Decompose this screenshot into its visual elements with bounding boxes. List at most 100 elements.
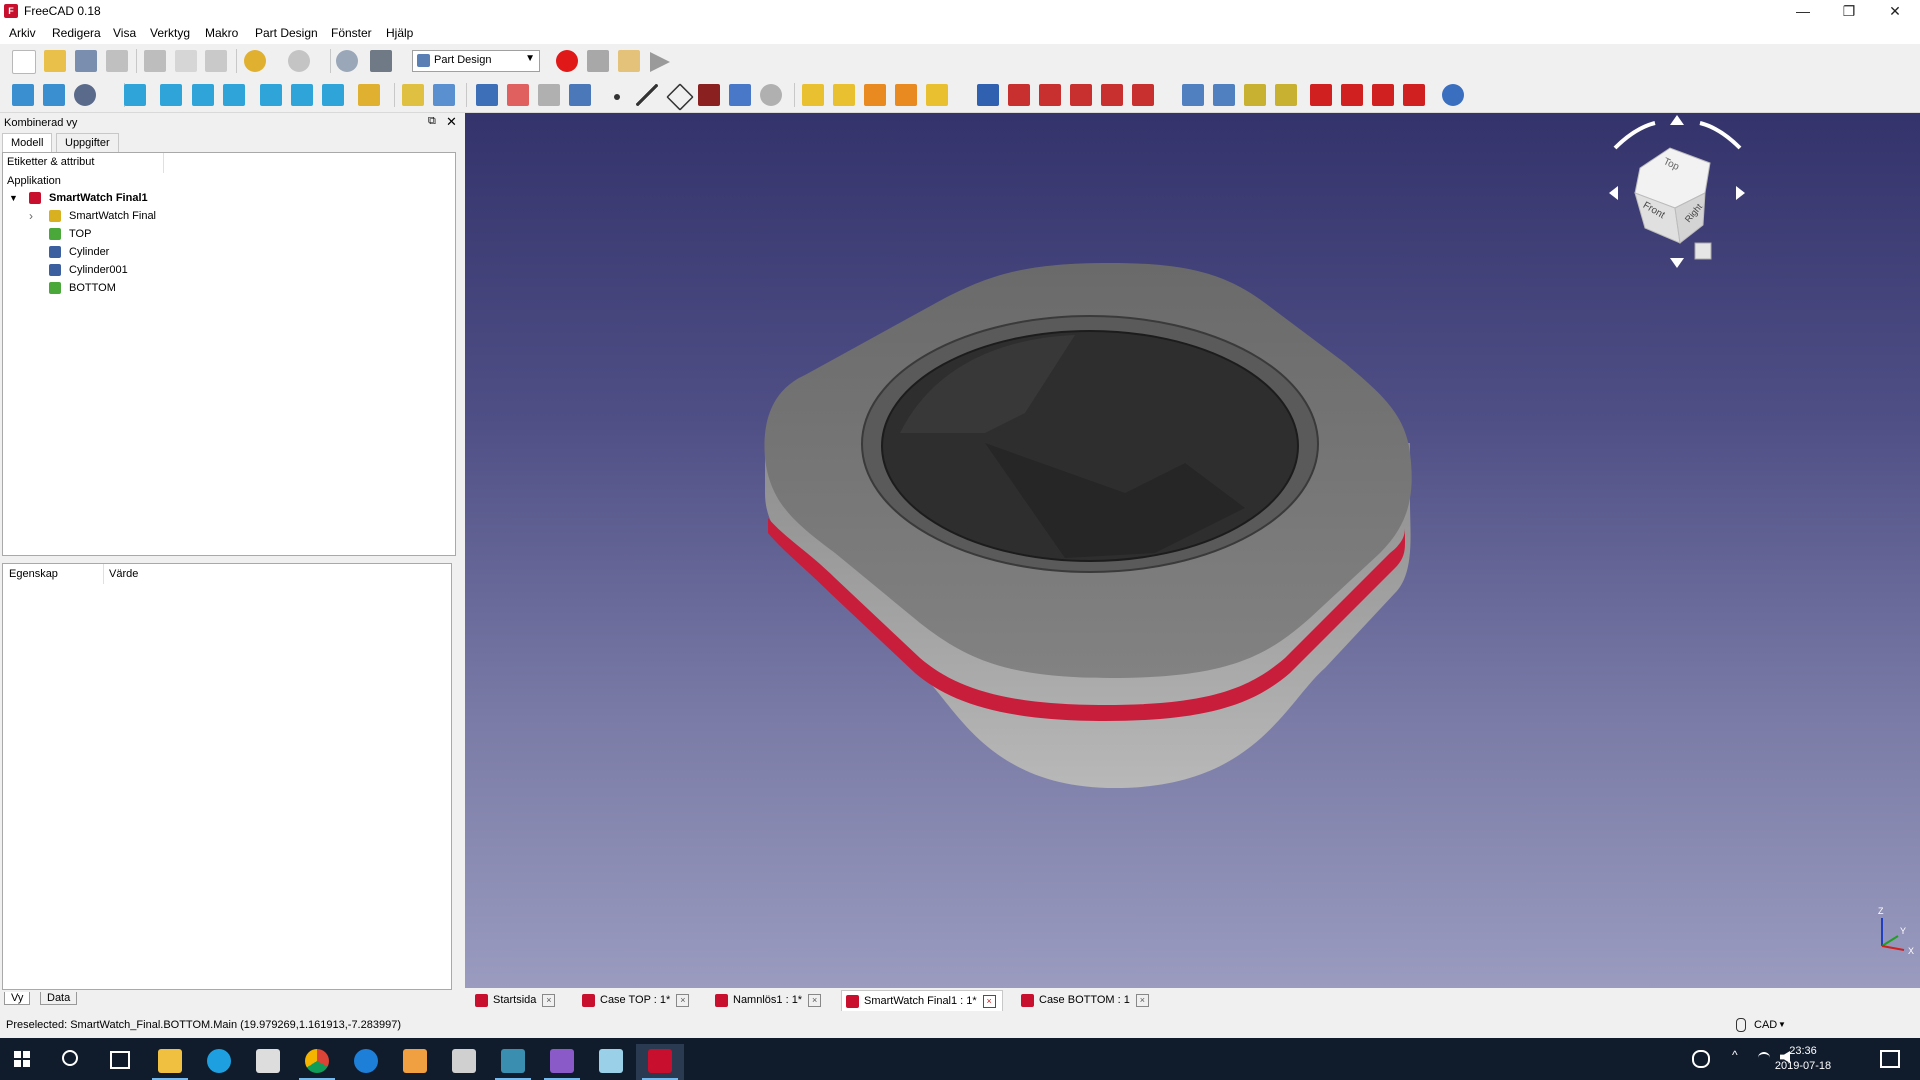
3d-view[interactable]: Top Front Right Z Y X	[465, 113, 1920, 988]
tab-data[interactable]: Data	[40, 992, 78, 1005]
new-file-icon[interactable]	[12, 50, 36, 74]
workbench-selector[interactable]: Part Design ▼	[412, 50, 540, 72]
tree-item-bottom[interactable]: BOTTOM	[7, 279, 447, 297]
cut-icon[interactable]	[144, 50, 166, 72]
subtractive-primitive-icon[interactable]	[1132, 84, 1154, 106]
datum-line-icon[interactable]	[636, 84, 658, 106]
chamfer-icon[interactable]	[1341, 84, 1363, 106]
polar-pattern-icon[interactable]	[1244, 84, 1266, 106]
create-group-icon[interactable]	[433, 84, 455, 106]
subtractive-loft-icon[interactable]	[1070, 84, 1092, 106]
navigation-cube[interactable]: Top Front Right	[1535, 113, 1915, 313]
tab-vy[interactable]: Vy	[4, 992, 31, 1005]
minimize-button[interactable]: —	[1780, 0, 1826, 22]
tree-item-cylinder[interactable]: Cylinder	[7, 243, 447, 261]
menu-redigera[interactable]: Redigera	[51, 26, 102, 40]
view-isometric-icon[interactable]	[124, 84, 146, 106]
macro-run-icon[interactable]	[650, 52, 670, 72]
draft-icon[interactable]	[1372, 84, 1394, 106]
rotate-right-arrow-icon[interactable]	[1699, 121, 1742, 150]
taskbar-chrome[interactable]	[293, 1044, 341, 1080]
datum-plane-icon[interactable]	[666, 83, 694, 111]
open-folder-icon[interactable]	[44, 50, 66, 72]
close-tab-icon[interactable]: ×	[808, 993, 822, 1007]
menu-arkiv[interactable]: Arkiv	[8, 26, 37, 40]
save-icon[interactable]	[75, 50, 97, 72]
notification-icon[interactable]	[1880, 1050, 1900, 1068]
menu-visa[interactable]: Visa	[112, 26, 137, 40]
mirrored-icon[interactable]	[1182, 84, 1204, 106]
print-icon[interactable]	[106, 50, 128, 72]
menu-fonster[interactable]: Fönster	[330, 26, 373, 40]
taskbar-app[interactable]	[587, 1044, 635, 1080]
taskbar-file-explorer[interactable]	[146, 1044, 194, 1080]
macro-stop-icon[interactable]	[587, 50, 609, 72]
additive-loft-icon[interactable]	[864, 84, 886, 106]
tab-modell[interactable]: Modell	[2, 133, 53, 152]
view-bottom-icon[interactable]	[291, 84, 313, 106]
close-tab-icon[interactable]: ×	[676, 993, 690, 1007]
tree-item-cylinder001[interactable]: Cylinder001	[7, 261, 447, 279]
chevron-down-icon[interactable]: ▼	[9, 189, 18, 207]
view-front-icon[interactable]	[160, 84, 182, 106]
additive-primitive-icon[interactable]	[926, 84, 948, 106]
measure-distance-icon[interactable]	[358, 84, 380, 106]
arrow-right-icon[interactable]	[1736, 186, 1745, 200]
taskbar-skype[interactable]	[195, 1044, 243, 1080]
menu-part-design[interactable]: Part Design	[254, 26, 319, 40]
navigation-style-selector[interactable]: CAD	[1754, 1019, 1777, 1031]
create-part-icon[interactable]	[402, 84, 424, 106]
rotate-left-arrow-icon[interactable]	[1613, 121, 1656, 150]
taskbar-xamarin[interactable]	[489, 1044, 537, 1080]
arrow-down-icon[interactable]	[1670, 258, 1684, 268]
search-icon[interactable]	[62, 1050, 78, 1066]
shape-binder-icon[interactable]	[569, 84, 591, 106]
revolution-icon[interactable]	[833, 84, 855, 106]
doc-tab-case-top[interactable]: Case TOP : 1* ×	[578, 990, 695, 1010]
float-panel-icon[interactable]: ⧉	[428, 115, 436, 128]
close-tab-icon[interactable]: ×	[1135, 993, 1149, 1007]
hole-icon[interactable]	[1008, 84, 1030, 106]
taskbar-notepad[interactable]	[391, 1044, 439, 1080]
taskbar-freecad[interactable]	[636, 1044, 684, 1080]
task-view-icon[interactable]	[110, 1051, 130, 1069]
multi-transform-icon[interactable]	[1275, 84, 1297, 106]
menu-hjalp[interactable]: Hjälp	[385, 26, 414, 40]
view-menu-cube-icon[interactable]	[1694, 242, 1712, 260]
doc-tab-case-bottom[interactable]: Case BOTTOM : 1 ×	[1017, 990, 1155, 1010]
copy-icon[interactable]	[175, 50, 197, 72]
tab-uppgifter[interactable]: Uppgifter	[56, 133, 119, 152]
view-right-icon[interactable]	[223, 84, 245, 106]
undo-icon[interactable]	[244, 50, 266, 72]
draw-style-icon[interactable]	[74, 84, 96, 106]
chevron-up-icon[interactable]: ^	[1732, 1048, 1738, 1062]
tree-item-top[interactable]: TOP	[7, 225, 447, 243]
menu-verktyg[interactable]: Verktyg	[149, 26, 191, 40]
restore-button[interactable]: ❐	[1826, 0, 1872, 22]
datum-point-icon[interactable]	[614, 94, 620, 100]
linear-pattern-icon[interactable]	[1213, 84, 1235, 106]
close-panel-icon[interactable]: ✕	[446, 114, 457, 130]
tree-item-document[interactable]: ▼ SmartWatch Final1	[7, 189, 447, 207]
taskbar-visual-studio[interactable]	[538, 1044, 586, 1080]
taskbar-unity[interactable]	[244, 1044, 292, 1080]
taskbar-edge[interactable]	[342, 1044, 390, 1080]
doc-tab-smartwatch-final1[interactable]: SmartWatch Final1 : 1* ×	[841, 990, 1003, 1011]
clone-icon[interactable]	[760, 84, 782, 106]
windows-start-icon[interactable]	[14, 1051, 30, 1067]
sub-shape-binder-icon[interactable]	[729, 84, 751, 106]
doc-tab-namnlos1[interactable]: Namnlös1 : 1* ×	[711, 990, 827, 1010]
local-coordinate-system-icon[interactable]	[698, 84, 720, 106]
view-rear-icon[interactable]	[260, 84, 282, 106]
additive-pipe-icon[interactable]	[895, 84, 917, 106]
arrow-left-icon[interactable]	[1609, 186, 1618, 200]
chevron-down-icon[interactable]: ▼	[1778, 1020, 1786, 1029]
create-sketch-icon[interactable]	[507, 84, 529, 106]
pad-icon[interactable]	[802, 84, 824, 106]
arrow-up-icon[interactable]	[1670, 115, 1684, 125]
boolean-icon[interactable]	[1442, 84, 1464, 106]
refresh-icon[interactable]	[336, 50, 358, 72]
close-button[interactable]: ✕	[1872, 0, 1918, 22]
redo-icon[interactable]	[288, 50, 310, 72]
paste-icon[interactable]	[205, 50, 227, 72]
